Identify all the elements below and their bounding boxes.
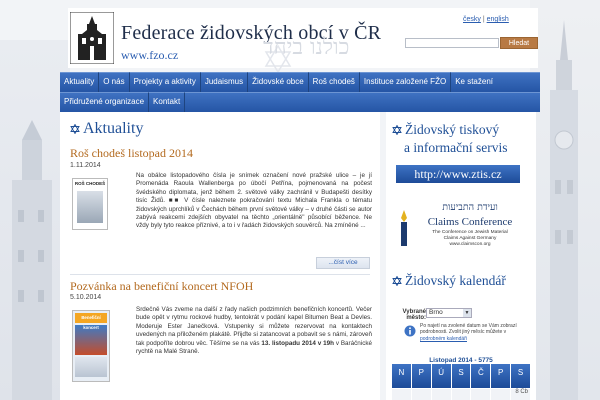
main-navigation: Aktuality O nás Projekty a aktivity Juda… xyxy=(60,72,540,112)
calendar-day[interactable]: 8 Cb xyxy=(511,388,530,400)
claims-title: Claims Conference xyxy=(427,216,513,228)
press-title-line1: Židovský tiskový xyxy=(405,122,500,137)
nav-item-zidovske-obce[interactable]: Židovské obce xyxy=(248,72,309,92)
city-select-label: Vybrané město: xyxy=(402,309,426,321)
background-clock-tower xyxy=(550,20,578,400)
press-service-heading: Židovský tiskový a informační servis xyxy=(392,121,532,157)
nav-item-ros-chodes[interactable]: Roš chodeš xyxy=(308,72,360,92)
news-area: Aktuality xyxy=(70,120,374,138)
lang-czech-link[interactable]: česky xyxy=(463,16,481,23)
nav-row-1: Aktuality O nás Projekty a aktivity Juda… xyxy=(60,72,540,92)
day-head-thursday: Č xyxy=(471,364,491,388)
lang-english-link[interactable]: english xyxy=(487,16,509,23)
nav-item-o-nas[interactable]: O nás xyxy=(99,72,130,92)
main-content: Aktuality Roš chodeš listopad 2014 1.11.… xyxy=(60,112,380,400)
claims-hebrew-name: ועידת התביעות xyxy=(442,202,498,213)
calendar-day xyxy=(431,388,451,400)
fzo-logo-icon[interactable] xyxy=(70,12,114,64)
star-of-david-icon xyxy=(392,276,402,286)
chevron-down-icon: ▼ xyxy=(463,309,471,317)
read-more-button[interactable]: ...číst více xyxy=(316,257,370,269)
calendar-title: Židovský kalendář xyxy=(405,273,506,288)
calendar-note: Po najetí na zvolené datum se Vám zobraz… xyxy=(420,323,532,342)
press-title-row: Židovský tiskový xyxy=(392,121,532,139)
nav-item-aktuality[interactable]: Aktuality xyxy=(60,72,100,92)
thumbnail-poster-footer xyxy=(75,357,107,377)
background-building-left xyxy=(12,120,52,400)
thumbnail-photo xyxy=(77,191,103,223)
calendar-day xyxy=(491,388,511,400)
day-head-tuesday: Ú xyxy=(431,364,451,388)
calendar-heading: Židovský kalendář xyxy=(392,272,532,290)
news-thumbnail[interactable]: Benefiční koncert xyxy=(72,310,110,382)
star-of-david-icon xyxy=(392,125,402,135)
claims-url: www.claimscon.org xyxy=(449,242,491,247)
news-thumbnail[interactable]: ROŠ CHODEŠ xyxy=(72,178,108,230)
ztis-link-banner[interactable]: http://www.ztis.cz xyxy=(396,165,520,183)
right-sidebar: Židovský tiskový a informační servis htt… xyxy=(386,112,536,400)
claims-subtitle-1: The Conference on Jewish Material xyxy=(432,230,508,235)
nav-item-judaismus[interactable]: Judaismus xyxy=(200,72,249,92)
news-body: Na obálce listopadového čísla je snímek … xyxy=(136,172,372,230)
star-of-david-icon xyxy=(70,124,80,134)
info-icon xyxy=(404,325,416,337)
section-heading: Aktuality xyxy=(70,120,374,138)
calendar-grid: N P Ú S Č P S 8 Cb xyxy=(392,364,530,400)
claims-subtitle-2: Claims Against Germany xyxy=(443,236,497,241)
day-head-friday: P xyxy=(491,364,511,388)
hebrew-motto: כולנו ביחד xyxy=(263,35,350,60)
nav-row-2-filler xyxy=(185,92,540,112)
news-divider xyxy=(70,274,370,275)
search-input[interactable] xyxy=(405,38,499,48)
day-head-saturday: S xyxy=(511,364,530,388)
city-select-value: Brno xyxy=(429,309,443,316)
day-head-monday: P xyxy=(411,364,431,388)
city-select[interactable]: Brno ▼ xyxy=(426,308,472,318)
nav-item-kontakt[interactable]: Kontakt xyxy=(149,92,186,112)
thumbnail-masthead: ROŠ CHODEŠ xyxy=(73,179,107,189)
day-head-wednesday: S xyxy=(451,364,471,388)
site-url-link[interactable]: www.fzo.cz xyxy=(121,48,178,63)
calendar-day xyxy=(392,388,411,400)
press-title-line2: a informační servis xyxy=(404,140,508,155)
calendar-day xyxy=(471,388,491,400)
nav-item-instituce[interactable]: Instituce založené FŽO xyxy=(359,72,452,92)
nav-row-2: Přidružené organizace Kontakt xyxy=(60,92,540,112)
search-button[interactable]: Hledat xyxy=(500,37,538,49)
news-body: Srdečně Vás zveme na další z řady našich… xyxy=(136,306,372,370)
detailed-calendar-link[interactable]: podrobném kalendáři xyxy=(420,336,532,342)
news-date: 1.11.2014 xyxy=(70,162,101,169)
news-date: 5.10.2014 xyxy=(70,294,102,301)
candle-icon xyxy=(401,210,407,246)
calendar-day xyxy=(411,388,431,400)
language-switcher: česky | english xyxy=(463,16,509,23)
news-title-link[interactable]: Pozvánka na benefiční koncert NFOH xyxy=(70,279,253,294)
nav-item-pridruzene[interactable]: Přidružené organizace xyxy=(60,92,150,112)
nav-item-projekty[interactable]: Projekty a aktivity xyxy=(129,72,201,92)
calendar-day xyxy=(451,388,471,400)
lang-separator: | xyxy=(482,16,485,23)
day-head-sunday: N xyxy=(392,364,411,388)
thumbnail-poster-title: Benefiční koncert xyxy=(75,313,107,330)
news-event-date: 13. listopadu 2014 v 19h xyxy=(261,339,334,347)
news-title-link[interactable]: Roš chodeš listopad 2014 xyxy=(70,146,193,161)
claims-conference-banner[interactable]: ועידת התביעות Claims Conference The Conf… xyxy=(394,200,524,254)
section-title: Aktuality xyxy=(83,120,144,137)
calendar-title-row: Židovský kalendář xyxy=(392,272,532,290)
nav-item-ke-stazeni[interactable]: Ke stažení xyxy=(451,72,540,92)
